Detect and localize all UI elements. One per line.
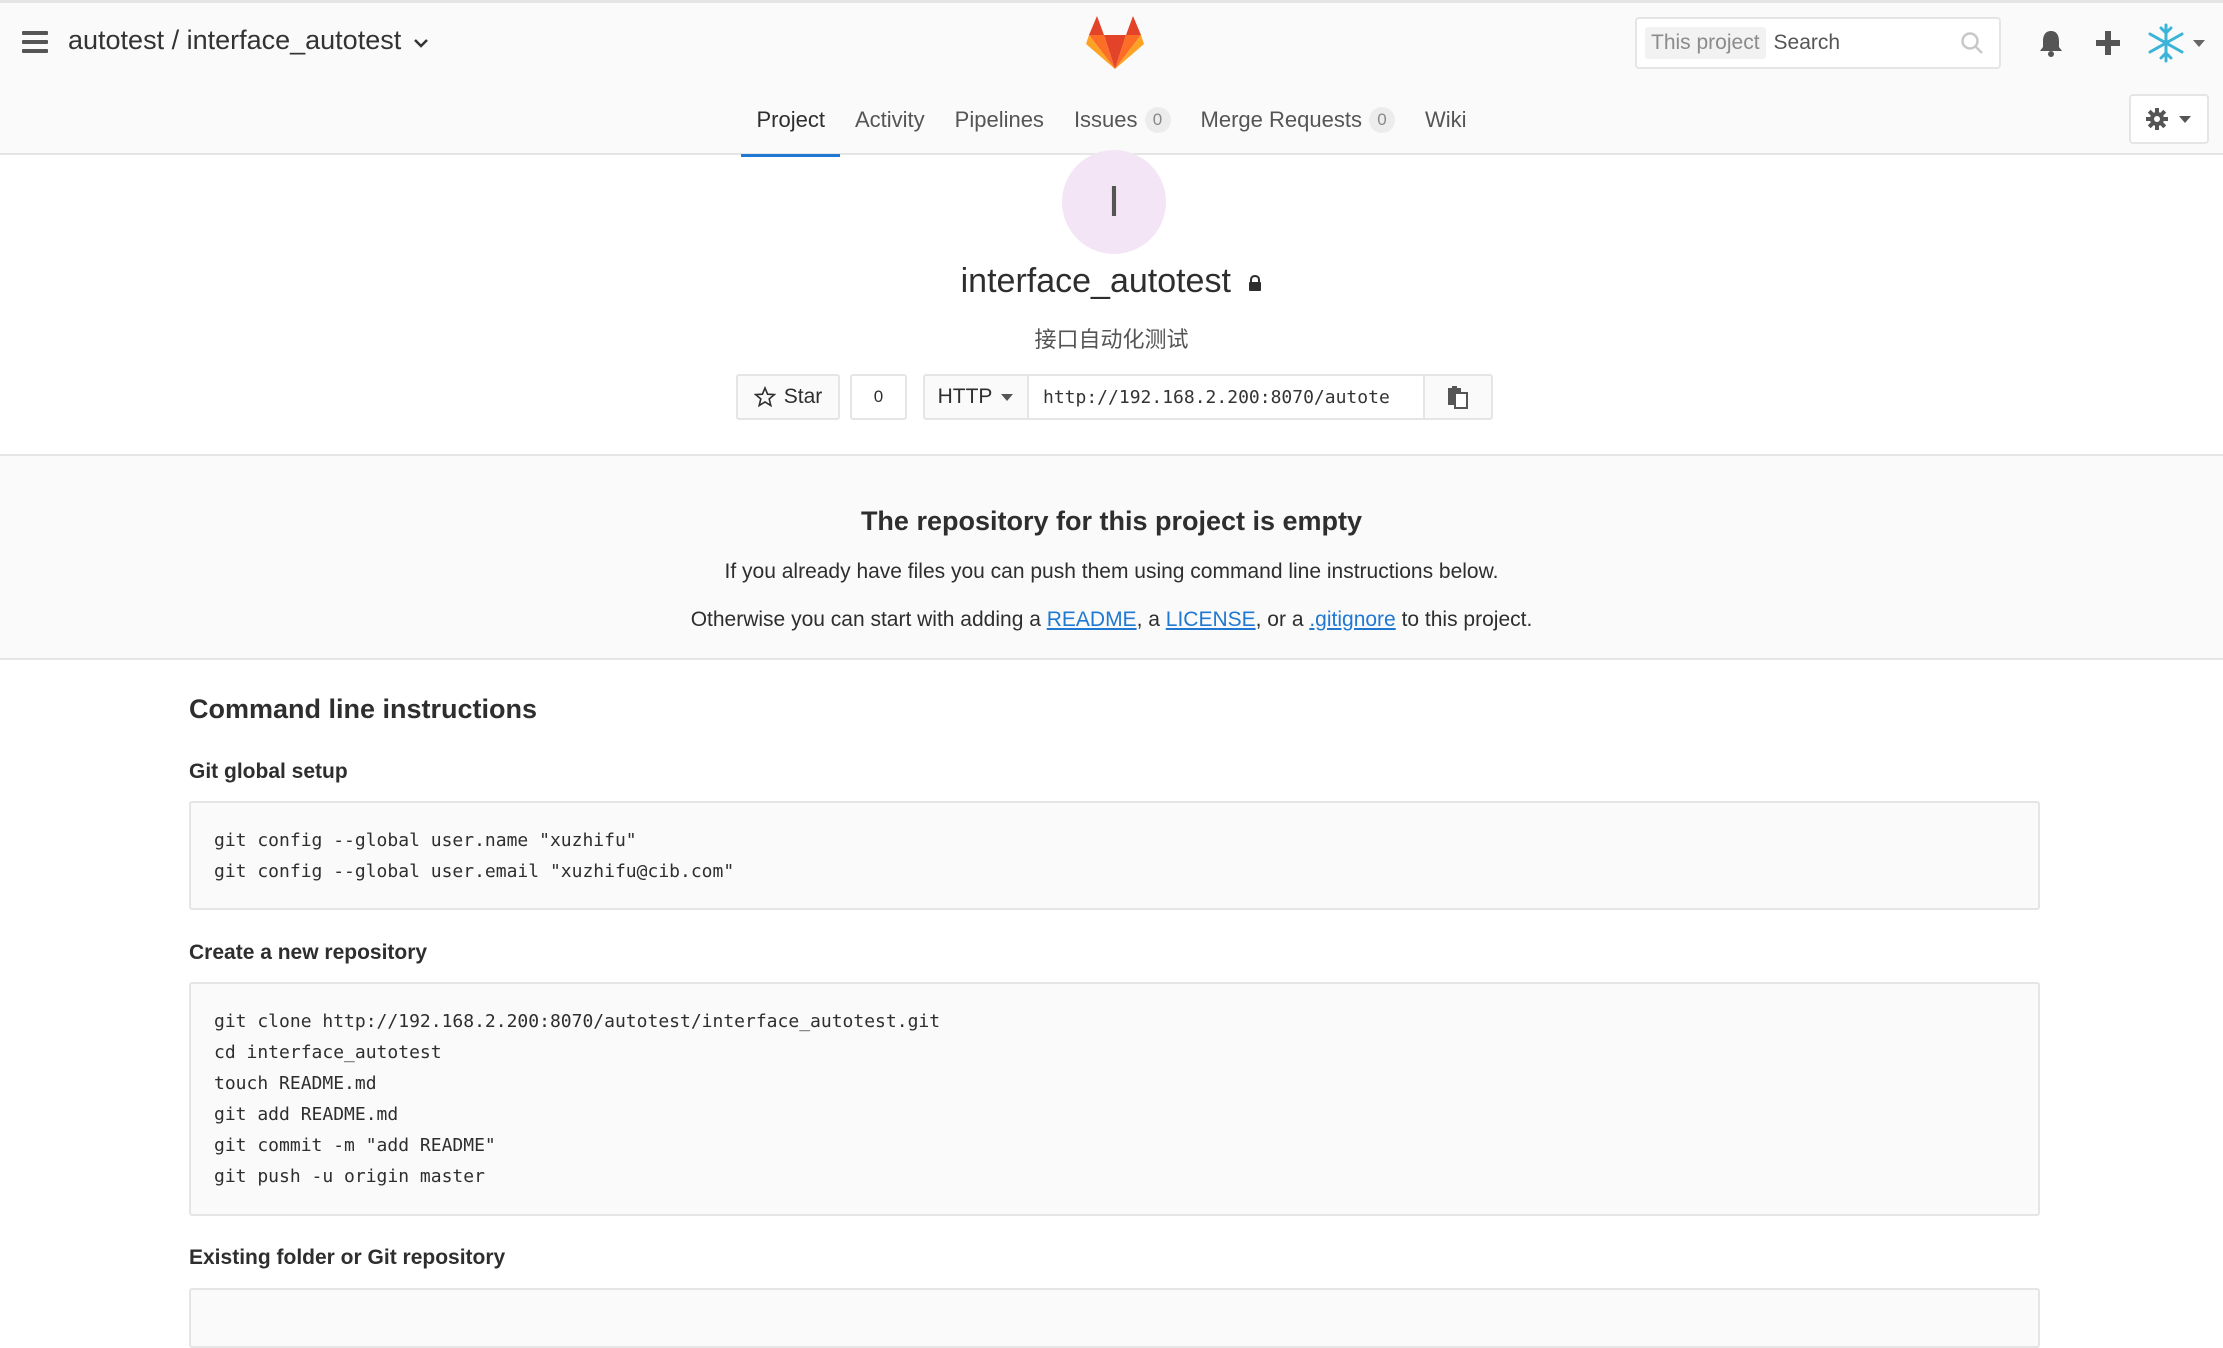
tab-merge-requests[interactable]: Merge Requests 0 — [1186, 83, 1410, 156]
existing-repo-title: Existing folder or Git repository — [189, 1246, 506, 1269]
new-repo-title: Create a new repository — [189, 941, 428, 964]
line-suffix: to this project. — [1395, 608, 1533, 631]
star-label: Star — [783, 385, 823, 408]
tab-project[interactable]: Project — [741, 83, 841, 157]
search-icon — [1961, 32, 1983, 54]
empty-repo-line-1: If you already have files you can push t… — [724, 560, 1499, 583]
project-description: 接口自动化测试 — [1034, 327, 1189, 352]
readme-link[interactable]: README — [1047, 608, 1137, 631]
tab-label: Project — [756, 106, 825, 132]
tab-label: Pipelines — [954, 106, 1044, 132]
tab-label: Issues — [1073, 106, 1138, 132]
project-title: interface_autotest — [0, 262, 2223, 301]
merge-requests-count-badge: 0 — [1368, 106, 1395, 133]
line-prefix: Otherwise you can start with adding a — [690, 608, 1047, 631]
line-sep: , or a — [1255, 608, 1310, 631]
breadcrumb-text[interactable]: autotest / interface_autotest — [68, 25, 401, 56]
issues-count-badge: 0 — [1144, 106, 1171, 133]
project-name: interface_autotest — [960, 262, 1231, 300]
instructions-title: Command line instructions — [189, 694, 538, 724]
empty-repo-notice: The repository for this project is empty… — [0, 454, 2223, 660]
clone-url-input[interactable]: http://192.168.2.200:8070/autote — [1029, 374, 1423, 420]
star-button[interactable]: Star — [736, 374, 840, 420]
top-bar: autotest / interface_autotest This proje… — [0, 3, 2223, 83]
global-setup-code: git config --global user.name "xuzhifu" … — [189, 801, 2040, 910]
star-count: 0 — [850, 374, 907, 420]
protocol-label: HTTP — [937, 385, 993, 408]
tab-wiki[interactable]: Wiki — [1410, 83, 1482, 156]
tab-issues[interactable]: Issues 0 — [1059, 83, 1186, 156]
global-setup-title: Git global setup — [189, 760, 348, 783]
tab-label: Activity — [854, 106, 925, 132]
gear-icon — [2146, 108, 2168, 130]
project-actions: Star 0 HTTP http://192.168.2.200:8070/au… — [736, 374, 1493, 420]
chevron-down-icon — [2179, 116, 2191, 123]
tab-pipelines[interactable]: Pipelines — [940, 83, 1059, 156]
tab-activity[interactable]: Activity — [840, 83, 940, 156]
star-icon — [753, 386, 776, 408]
gitlab-logo-icon[interactable] — [1086, 15, 1144, 71]
project-avatar: I — [1062, 150, 1166, 254]
license-link[interactable]: LICENSE — [1166, 608, 1256, 631]
settings-button[interactable] — [2129, 94, 2209, 144]
snowflake-avatar-icon[interactable] — [2145, 22, 2187, 64]
empty-repo-line-2: Otherwise you can start with adding a RE… — [0, 608, 2223, 632]
lock-icon — [1249, 275, 1262, 292]
line-sep: , a — [1136, 608, 1166, 631]
existing-repo-code — [189, 1288, 2040, 1348]
breadcrumb[interactable]: autotest / interface_autotest — [68, 25, 429, 56]
menu-icon[interactable] — [22, 31, 48, 53]
tab-label: Merge Requests — [1200, 106, 1362, 132]
plus-icon[interactable] — [2092, 27, 2124, 59]
chevron-down-icon — [1001, 394, 1014, 401]
page-header: autotest / interface_autotest This proje… — [0, 0, 2223, 157]
search-scope-badge: This project — [1645, 27, 1766, 59]
clone-protocol-dropdown[interactable]: HTTP — [923, 374, 1029, 420]
clipboard-icon — [1448, 386, 1468, 409]
gitignore-link[interactable]: .gitignore — [1309, 608, 1395, 631]
search-box[interactable]: This project Search — [1635, 17, 2001, 69]
empty-repo-title: The repository for this project is empty — [860, 506, 1363, 536]
chevron-down-icon[interactable] — [2192, 37, 2206, 49]
new-repo-code: git clone http://192.168.2.200:8070/auto… — [189, 982, 2040, 1216]
tab-label: Wiki — [1424, 106, 1467, 132]
chevron-down-icon[interactable] — [413, 37, 429, 49]
project-nav: Project Activity Pipelines Issues 0 Merg… — [0, 83, 2223, 157]
search-input[interactable]: Search — [1774, 31, 1959, 55]
bell-icon[interactable] — [2035, 27, 2067, 59]
avatar-letter: I — [1107, 177, 1121, 226]
copy-url-button[interactable] — [1423, 374, 1493, 420]
